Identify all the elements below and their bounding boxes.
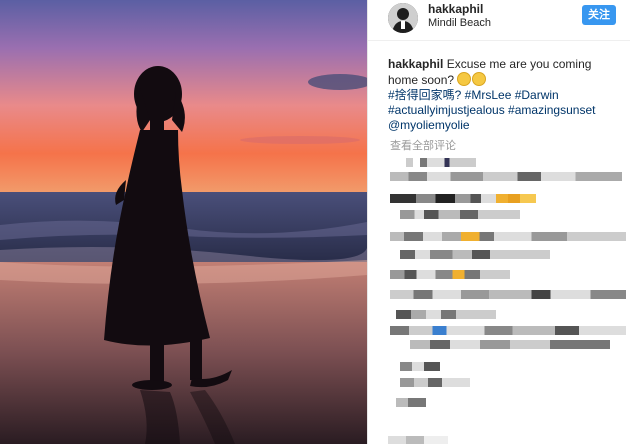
pixelated-comment (396, 310, 496, 319)
pixelated-comment (390, 232, 626, 241)
pixelated-comment (390, 270, 510, 279)
pixelated-comment (496, 194, 536, 203)
pixelated-comment (390, 172, 622, 181)
pixelated-comment (400, 378, 470, 387)
post-location[interactable]: Mindil Beach (428, 17, 491, 29)
pixelated-comment (400, 362, 440, 371)
caption-hashtags-line2[interactable]: #actuallyimjustjealous #amazingsunset (388, 103, 595, 117)
sunset-beach-photo (0, 0, 367, 444)
header-divider (368, 40, 630, 41)
pixelated-comment (396, 398, 426, 407)
pixelated-comment (390, 290, 626, 299)
caption-hashtags-line1[interactable]: #捨得回家嗎? #MrsLee #Darwin (388, 88, 559, 102)
comment-list-pixelated (386, 152, 626, 432)
post-header: hakkaphil Mindil Beach 关注 (368, 0, 630, 38)
pixelated-comment (406, 158, 476, 167)
avatar-image (388, 3, 418, 33)
pixelated-footer-text (388, 436, 448, 444)
pixelated-comment (400, 250, 550, 259)
avatar[interactable] (388, 3, 418, 33)
caption-username[interactable]: hakkaphil (388, 57, 443, 71)
pixelated-comment (410, 340, 610, 349)
follow-button[interactable]: 关注 (582, 5, 616, 25)
post-photo (0, 0, 367, 444)
pixelated-comment (400, 210, 520, 219)
post-caption: hakkaphil Excuse me are you coming home … (388, 57, 623, 133)
post-username[interactable]: hakkaphil (428, 2, 483, 16)
view-all-comments-link[interactable]: 查看全部评论 (390, 137, 456, 153)
pixelated-comment (390, 326, 626, 335)
laughing-emoji-icon (472, 72, 487, 86)
laughing-emoji-icon (457, 72, 472, 86)
caption-mention[interactable]: @myoliemyolie (388, 118, 470, 132)
post-side-panel: hakkaphil Mindil Beach 关注 hakkaphil Excu… (367, 0, 630, 444)
